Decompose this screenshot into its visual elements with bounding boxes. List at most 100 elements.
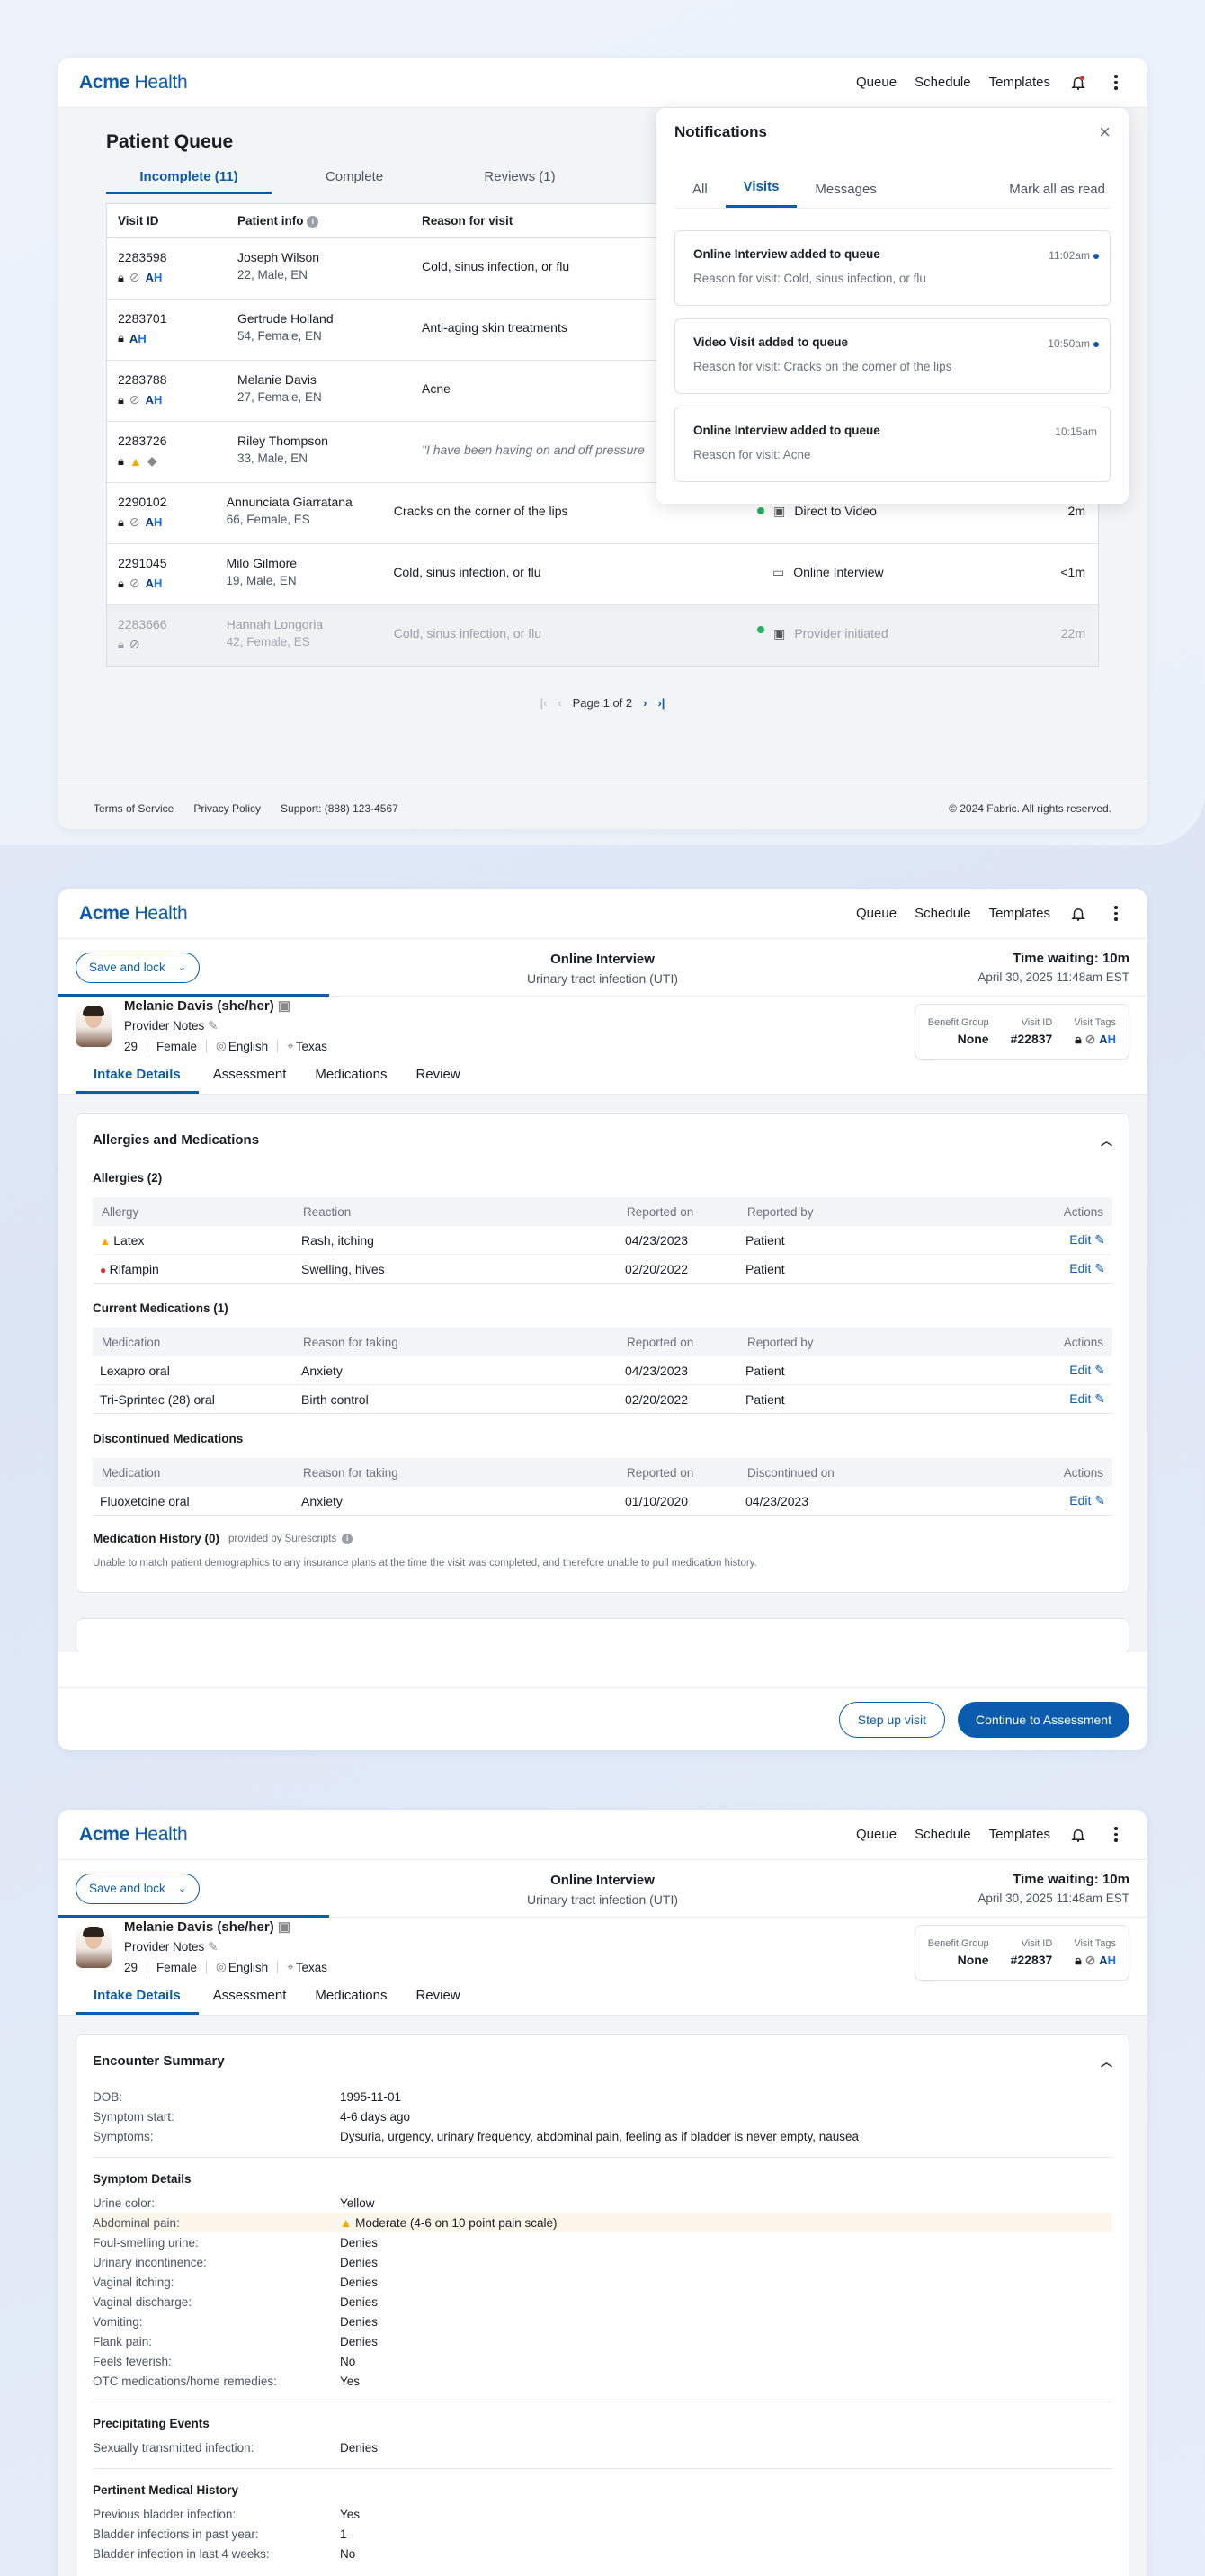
summary-label: Foul-smelling urine: xyxy=(93,2235,199,2250)
footer: Terms of Service Privacy Policy Support:… xyxy=(58,783,1147,829)
privacy-link[interactable]: Privacy Policy xyxy=(193,802,261,815)
next-page-icon[interactable]: › xyxy=(643,696,647,710)
visit-tag-icons: 🔒︎ ⊘ AH xyxy=(118,270,237,285)
tab-reviews[interactable]: Reviews (1) xyxy=(437,169,602,194)
chevron-up-icon[interactable]: ︿ xyxy=(1101,2053,1112,2070)
bell-alert-icon[interactable] xyxy=(1068,73,1088,93)
medication-row: Fluoxetoine oral Anxiety 01/10/2020 04/23/2… xyxy=(93,1487,1112,1516)
more-vertical-icon[interactable] xyxy=(1106,1825,1126,1845)
tab-review[interactable]: Review xyxy=(401,1982,474,2015)
table-cell: Fluoxetoine oral xyxy=(100,1493,190,1508)
edit-link[interactable]: Edit ✎ xyxy=(1015,1363,1105,1378)
table-cell: Anxiety xyxy=(301,1363,343,1378)
bell-icon[interactable] xyxy=(1068,1825,1088,1845)
edit-link[interactable]: Edit ✎ xyxy=(1015,1232,1105,1248)
nav-schedule[interactable]: Schedule xyxy=(915,906,971,921)
summary-row: Symptoms: Dysuria, urgency, urinary frequ… xyxy=(93,2126,1112,2146)
lock-icon: 🔒︎ xyxy=(1075,1952,1082,1967)
nav-queue[interactable]: Queue xyxy=(856,1827,897,1842)
close-icon[interactable]: × xyxy=(1099,121,1111,144)
app-logo[interactable]: Acme Health xyxy=(79,72,188,94)
notes-icon[interactable]: ✎ xyxy=(208,1940,218,1954)
col-visit-id[interactable]: Visit ID xyxy=(107,214,237,228)
tab-incomplete[interactable]: Incomplete (11) xyxy=(106,169,272,194)
nav-queue[interactable]: Queue xyxy=(856,906,897,921)
save-and-lock-button[interactable]: Save and lock ⌄ xyxy=(76,952,201,983)
summary-label: Abdominal pain: xyxy=(93,2215,180,2230)
app-logo[interactable]: Acme Health xyxy=(79,903,188,925)
chevron-down-icon[interactable]: ⌄ xyxy=(178,962,186,973)
edit-link[interactable]: Edit ✎ xyxy=(1015,1261,1105,1276)
save-and-lock-button[interactable]: Save and lock ⌄ xyxy=(76,1873,201,1904)
tab-medications[interactable]: Medications xyxy=(300,1061,401,1094)
mark-all-read-button[interactable]: Mark all as read xyxy=(991,182,1111,208)
table-cell: 04/23/2023 xyxy=(625,1363,689,1378)
nav-schedule[interactable]: Schedule xyxy=(915,75,971,90)
notes-icon[interactable]: ✎ xyxy=(208,1019,218,1033)
column-header: Reason for taking xyxy=(303,1335,398,1349)
pencil-icon[interactable]: ✎ xyxy=(1091,1232,1105,1247)
notification-item[interactable]: Online Interview added to queue Reason fo… xyxy=(674,407,1111,482)
visit-time: Time waiting: 10m April 30, 2025 11:48am … xyxy=(977,951,1129,984)
app-logo[interactable]: Acme Health xyxy=(79,1824,188,1846)
prev-page-icon[interactable]: ‹ xyxy=(558,696,561,710)
visit-id: 2290102 xyxy=(118,495,167,509)
tab-visits[interactable]: Visits xyxy=(725,179,798,208)
nav-templates[interactable]: Templates xyxy=(989,75,1050,90)
edit-link[interactable]: Edit ✎ xyxy=(1015,1493,1105,1508)
ah-badge-icon: AH xyxy=(145,515,163,529)
tab-intake-details[interactable]: Intake Details xyxy=(76,1982,199,2015)
continue-to-assessment-button[interactable]: Continue to Assessment xyxy=(958,1701,1129,1738)
step-up-visit-button[interactable]: Step up visit xyxy=(838,1701,946,1738)
nav-templates[interactable]: Templates xyxy=(989,1827,1050,1842)
nav-schedule[interactable]: Schedule xyxy=(915,1827,971,1842)
table-row[interactable]: 2291045 🔒︎ ⊘ AH Milo Gilmore 19, Male, EN Cold… xyxy=(107,544,1098,605)
unread-dot xyxy=(1093,342,1099,347)
tab-assessment[interactable]: Assessment xyxy=(199,1982,301,2015)
notification-item[interactable]: Online Interview added to queue Reason fo… xyxy=(674,230,1111,306)
reason-cell: Cold, sinus infection, or flu xyxy=(393,626,541,640)
tab-intake-details[interactable]: Intake Details xyxy=(76,1061,199,1094)
tab-all[interactable]: All xyxy=(674,182,726,208)
first-page-icon[interactable]: |‹ xyxy=(540,696,548,710)
pencil-icon[interactable]: ✎ xyxy=(1091,1363,1105,1377)
tab-assessment[interactable]: Assessment xyxy=(199,1061,301,1094)
table-cell: 04/23/2023 xyxy=(625,1232,689,1248)
notification-tabs: All Visits Messages Mark all as read xyxy=(674,151,1111,209)
table-row[interactable]: 2283666 🔒︎ ⊘ Hannah Longoria 42, Female, ES C… xyxy=(107,605,1098,666)
provider-notes-link[interactable]: Provider Notes xyxy=(124,1940,204,1954)
tab-medications[interactable]: Medications xyxy=(300,1982,401,2015)
provider-notes-link[interactable]: Provider Notes xyxy=(124,1019,204,1033)
terms-link[interactable]: Terms of Service xyxy=(94,802,174,815)
tab-complete[interactable]: Complete xyxy=(272,169,437,194)
nav-templates[interactable]: Templates xyxy=(989,906,1050,921)
nav-queue[interactable]: Queue xyxy=(856,75,897,90)
tab-messages[interactable]: Messages xyxy=(797,182,894,208)
chevron-down-icon[interactable]: ⌄ xyxy=(178,1883,186,1894)
visit-info-box: Benefit Group None Visit ID #22837 Visit T… xyxy=(914,1925,1129,1981)
edit-link[interactable]: Edit ✎ xyxy=(1015,1391,1105,1407)
warning-icon: ▲ xyxy=(129,453,142,469)
visit-tag-icons: 🔒︎ ▲ ◆ xyxy=(118,453,237,469)
patient-name: Annunciata Giarratana xyxy=(226,495,353,509)
summary-row: Bladder infections in past year: 1 xyxy=(93,2524,1112,2544)
visit-type: Online Interview xyxy=(793,565,884,579)
tag-icon: ◆ xyxy=(147,453,157,468)
more-vertical-icon[interactable] xyxy=(1106,73,1126,93)
pencil-icon[interactable]: ✎ xyxy=(1091,1261,1105,1275)
table-cell: 02/20/2022 xyxy=(625,1391,689,1407)
summary-value: 1995-11-01 xyxy=(340,2089,402,2104)
chevron-up-icon[interactable]: ︿ xyxy=(1101,1131,1112,1149)
last-page-icon[interactable]: ›| xyxy=(657,696,665,710)
pencil-icon[interactable]: ✎ xyxy=(1091,1391,1105,1406)
tab-review[interactable]: Review xyxy=(401,1061,474,1094)
avatar xyxy=(76,1925,112,1968)
more-vertical-icon[interactable] xyxy=(1106,904,1126,924)
notification-item[interactable]: Video Visit added to queue Reason for vis… xyxy=(674,318,1111,394)
column-header: Reported by xyxy=(747,1335,814,1349)
col-patient-info[interactable]: Patient info i xyxy=(237,214,422,228)
discontinued-meds-title: Discontinued Medications xyxy=(93,1432,244,1445)
pencil-icon[interactable]: ✎ xyxy=(1091,1493,1105,1507)
bell-icon[interactable] xyxy=(1068,904,1088,924)
warning-icon: ▲ xyxy=(340,2215,356,2230)
